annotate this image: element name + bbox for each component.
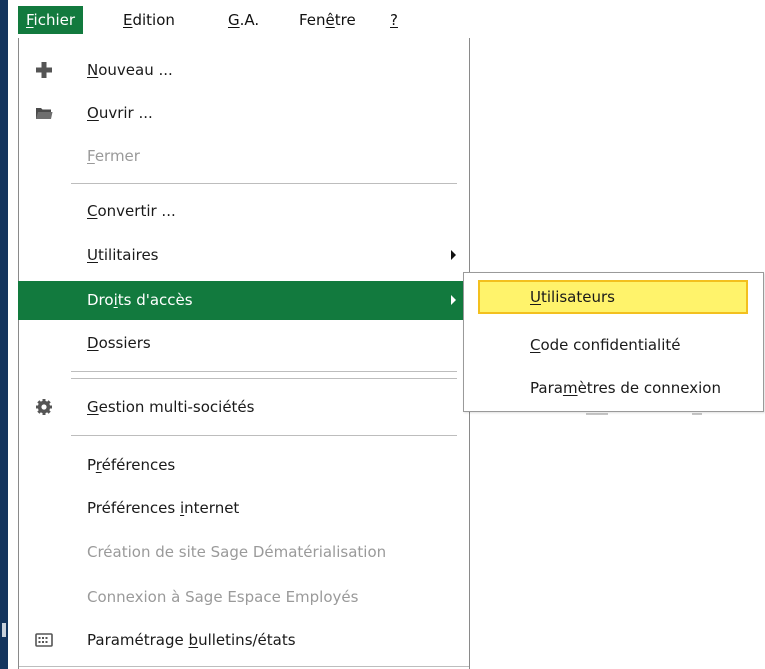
submenu-item-code-confidentialite[interactable]: Code confidentialité xyxy=(478,328,748,362)
menu-separator xyxy=(71,378,457,379)
menu-edition-label: Edition xyxy=(123,11,175,29)
menu-help-label: ? xyxy=(390,11,398,29)
menu-separator xyxy=(71,371,457,372)
menu-item-label: Nouveau ... xyxy=(87,61,173,79)
submenu-arrow-icon xyxy=(451,295,456,305)
background-ui-fragment xyxy=(692,413,702,415)
submenu-arrow-icon xyxy=(451,250,456,260)
submenu-item-label: Utilisateurs xyxy=(530,288,615,306)
menu-item-label: Ouvrir ... xyxy=(87,104,153,122)
menu-item-dossiers[interactable]: Dossiers xyxy=(19,325,469,361)
menu-fichier[interactable]: Fichier xyxy=(18,6,84,34)
menu-item-nouveau[interactable]: Nouveau ... xyxy=(19,52,469,88)
menu-item-creation-site[interactable]: Création de site Sage Dématérialisation xyxy=(19,534,469,570)
menu-fenetre-label: Fenêtre xyxy=(299,11,356,29)
menu-ga[interactable]: G.A. xyxy=(220,6,267,34)
window-left-edge xyxy=(0,0,8,669)
fichier-dropdown: Nouveau ... Ouvrir ... Fermer Convertir … xyxy=(18,38,470,669)
background-ui-fragment xyxy=(586,413,608,415)
menu-bar: Fichier Edition G.A. Fenêtre ? xyxy=(8,0,765,38)
menu-separator xyxy=(71,183,457,184)
menu-item-gestion-multi-societes[interactable]: Gestion multi-sociétés xyxy=(19,389,469,425)
plus-icon xyxy=(36,62,52,78)
menu-item-label: Préférences xyxy=(87,456,176,474)
app-window: Fichier Edition G.A. Fenêtre ? Nouveau .… xyxy=(0,0,765,669)
menu-item-label: Droits d'accès xyxy=(87,291,193,309)
menu-item-label: Fermer xyxy=(87,147,140,165)
menu-item-utilitaires[interactable]: Utilitaires xyxy=(19,237,469,273)
submenu-item-parametres-connexion[interactable]: Paramètres de connexion xyxy=(478,371,748,405)
menu-fichier-label: Fichier xyxy=(26,11,76,29)
menu-fenetre[interactable]: Fenêtre xyxy=(291,6,364,34)
folder-icon xyxy=(36,108,53,119)
menu-item-label: Paramétrage bulletins/états xyxy=(87,631,296,649)
menu-item-label: Convertir ... xyxy=(87,202,176,220)
menu-item-droits-acces[interactable]: Droits d'accès xyxy=(18,281,469,320)
gear-icon xyxy=(36,399,52,415)
menu-ga-label: G.A. xyxy=(228,11,260,29)
submenu-item-utilisateurs[interactable]: Utilisateurs xyxy=(478,280,748,314)
window-edge-grip xyxy=(2,623,6,637)
menu-edition[interactable]: Edition xyxy=(115,6,183,34)
submenu-item-label: Paramètres de connexion xyxy=(530,379,721,397)
menu-item-label: Dossiers xyxy=(87,334,151,352)
menu-item-label: Préférences internet xyxy=(87,499,240,517)
menu-item-fermer[interactable]: Fermer xyxy=(19,138,469,174)
menu-item-preferences[interactable]: Préférences xyxy=(19,447,469,483)
menu-item-parametrage-bulletins[interactable]: Paramétrage bulletins/états xyxy=(19,622,469,658)
submenu-item-label: Code confidentialité xyxy=(530,336,681,354)
keyboard-icon xyxy=(35,633,53,647)
menu-item-ouvrir[interactable]: Ouvrir ... xyxy=(19,95,469,131)
menu-item-label: Gestion multi-sociétés xyxy=(87,398,255,416)
menu-item-convertir[interactable]: Convertir ... xyxy=(19,193,469,229)
droits-acces-submenu: Utilisateurs Code confidentialité Paramè… xyxy=(463,272,764,412)
menu-item-connexion-espace[interactable]: Connexion à Sage Espace Employés xyxy=(19,579,469,615)
menu-separator xyxy=(71,435,457,436)
menu-item-label: Connexion à Sage Espace Employés xyxy=(87,588,359,606)
menu-item-label: Création de site Sage Dématérialisation xyxy=(87,543,387,561)
menu-separator xyxy=(19,666,469,667)
menu-item-preferences-internet[interactable]: Préférences internet xyxy=(19,490,469,526)
menu-item-label: Utilitaires xyxy=(87,246,159,264)
menu-help[interactable]: ? xyxy=(382,6,406,34)
